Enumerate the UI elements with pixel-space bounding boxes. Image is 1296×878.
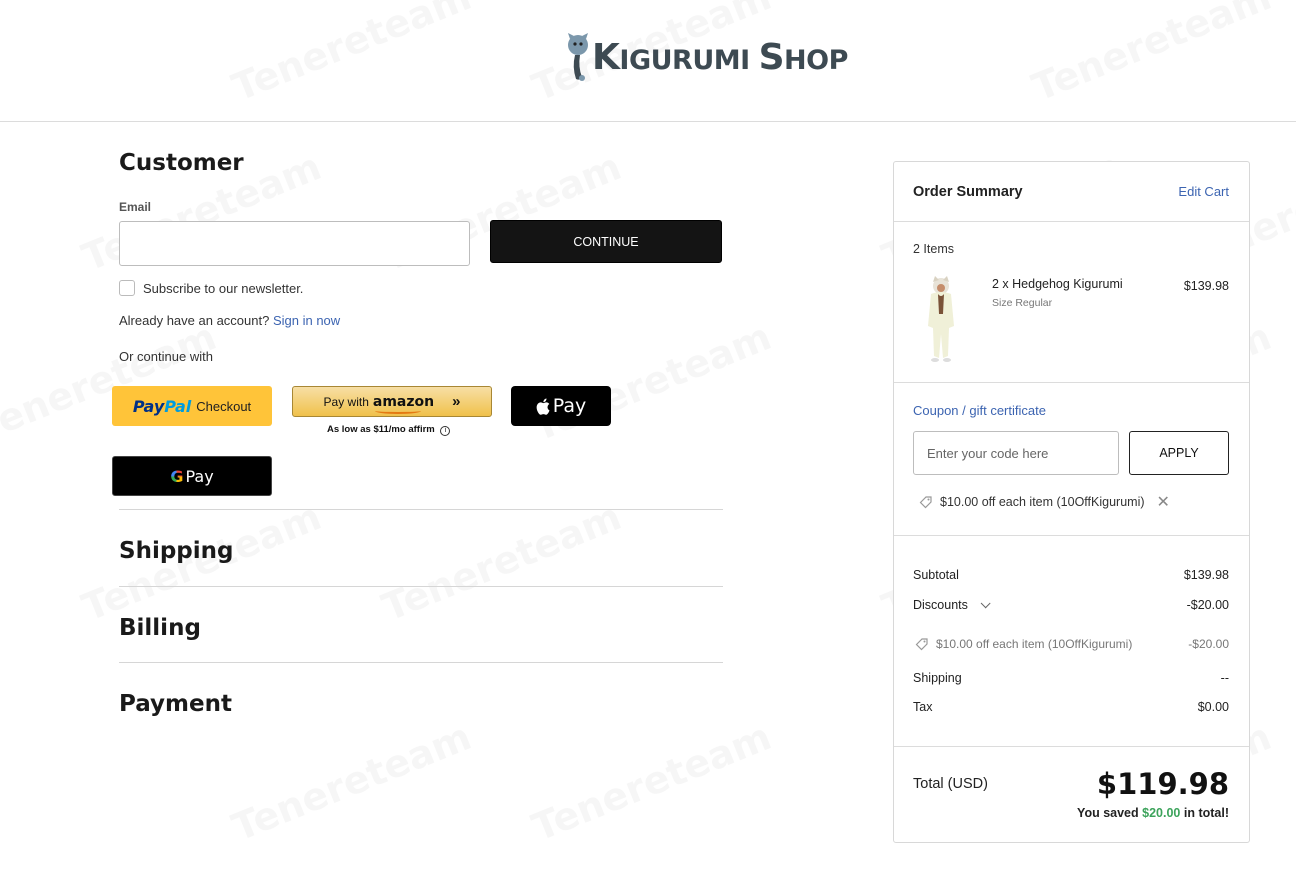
product-price: $139.98 [1183, 279, 1229, 293]
saved-prefix: You saved [1077, 806, 1139, 820]
divider [119, 662, 723, 663]
amazon-logo: amazon [373, 394, 434, 414]
paypal-logo: PayPal [132, 396, 192, 416]
subtotal-value: $139.98 [1183, 568, 1229, 582]
items-count: 2 Items [913, 242, 954, 256]
subtotal-label: Subtotal [913, 568, 959, 582]
google-pay-button[interactable]: G Pay [112, 456, 272, 496]
discount-detail-label: $10.00 off each item (10OffKigurumi) [936, 637, 1133, 651]
shipping-label: Shipping [913, 671, 962, 685]
shipping-row: Shipping -- [913, 671, 1229, 685]
grand-total-section: Total (USD) $119.98 You saved $20.00 in … [894, 747, 1249, 842]
savings-note: You saved $20.00 in total! [1077, 806, 1229, 820]
discounts-value: -$20.00 [1186, 598, 1229, 612]
tax-row: Tax $0.00 [913, 700, 1229, 714]
discounts-row[interactable]: Discounts -$20.00 [913, 598, 1229, 612]
apple-icon [536, 398, 550, 415]
apple-pay-label: Pay [552, 395, 587, 417]
product-name: 2 x Hedgehog Kigurumi [992, 277, 1123, 291]
logo-text: KIGURUMI SHOP [592, 36, 848, 78]
email-field[interactable] [119, 221, 470, 266]
discount-detail: $10.00 off each item (10OffKigurumi) [915, 637, 1132, 651]
order-summary-title: Order Summary [913, 184, 1023, 200]
amazon-pay-label: Pay with [323, 394, 369, 409]
tag-icon [919, 496, 932, 509]
account-prompt-text: Already have an account? [119, 313, 270, 328]
saved-amount: $20.00 [1142, 806, 1181, 820]
email-label: Email [119, 200, 152, 214]
product-image[interactable] [916, 274, 966, 362]
applied-coupon: $10.00 off each item (10OffKigurumi) ✕ [919, 492, 1170, 512]
newsletter-option[interactable]: Subscribe to our newsletter. [119, 280, 303, 296]
order-summary-header: Order Summary Edit Cart [894, 162, 1249, 222]
discounts-toggle[interactable]: Discounts [913, 598, 991, 612]
shipping-heading: Shipping [119, 538, 234, 564]
shipping-value: -- [1220, 671, 1229, 685]
account-prompt: Already have an account? Sign in now [119, 313, 340, 328]
site-header: KIGURUMI SHOP [0, 0, 1296, 122]
tax-label: Tax [913, 700, 933, 714]
total-label: Total (USD) [913, 776, 988, 792]
continue-button[interactable]: CONTINUE [490, 220, 722, 263]
google-pay-label: Pay [185, 466, 214, 486]
kigurumi-shop-logo[interactable]: KIGURUMI SHOP [566, 30, 848, 84]
newsletter-label: Subscribe to our newsletter. [143, 280, 304, 296]
cart-items: 2 Items 2 x Hedgehog Kigurumi Size Regul… [894, 222, 1249, 383]
sign-in-link[interactable]: Sign in now [273, 313, 340, 328]
apply-coupon-button[interactable]: APPLY [1129, 431, 1229, 475]
totals-section: Subtotal $139.98 Discounts -$20.00 $10.0… [894, 536, 1249, 747]
newsletter-checkbox[interactable] [119, 280, 135, 296]
affirm-logo: affirm [408, 424, 435, 435]
saved-suffix: in total! [1183, 806, 1229, 820]
paypal-checkout-button[interactable]: PayPal Checkout [112, 386, 272, 426]
coupon-toggle-link[interactable]: Coupon / gift certificate [913, 403, 1046, 418]
edit-cart-link[interactable]: Edit Cart [1178, 184, 1229, 199]
double-chevron-right-icon: » [452, 393, 461, 410]
discount-detail-value: -$20.00 [1188, 637, 1229, 651]
discounts-label: Discounts [913, 598, 968, 612]
paypal-checkout-label: Checkout [196, 398, 252, 414]
affirm-financing[interactable]: As low as $11/mo affirm i [327, 424, 451, 436]
coupon-code-input[interactable] [913, 431, 1119, 475]
apple-pay-button[interactable]: Pay [511, 386, 611, 426]
divider [119, 509, 723, 510]
order-summary: Order Summary Edit Cart 2 Items 2 x Hedg… [893, 161, 1250, 843]
divider [119, 586, 723, 587]
remove-coupon-icon[interactable]: ✕ [1157, 492, 1170, 512]
amazon-pay-button[interactable]: Pay with amazon » [292, 386, 492, 417]
info-icon[interactable]: i [440, 426, 451, 436]
total-value: $119.98 [1096, 767, 1229, 801]
billing-heading: Billing [119, 615, 201, 641]
chevron-down-icon [980, 598, 991, 609]
google-g-icon: G [170, 466, 184, 486]
subtotal-row: Subtotal $139.98 [913, 568, 1229, 582]
tag-icon [915, 638, 928, 651]
discount-detail-row: $10.00 off each item (10OffKigurumi) -$2… [915, 637, 1229, 651]
continue-with-label: Or continue with [119, 349, 213, 364]
product-size: Size Regular [992, 297, 1053, 309]
affirm-text: As low as $11/mo [327, 424, 406, 435]
tax-value: $0.00 [1197, 700, 1229, 714]
mascot-icon [568, 33, 588, 81]
payment-heading: Payment [119, 691, 232, 717]
customer-heading: Customer [119, 150, 244, 176]
coupon-section: Coupon / gift certificate APPLY $10.00 o… [894, 383, 1249, 536]
applied-coupon-text: $10.00 off each item (10OffKigurumi) [940, 495, 1145, 509]
